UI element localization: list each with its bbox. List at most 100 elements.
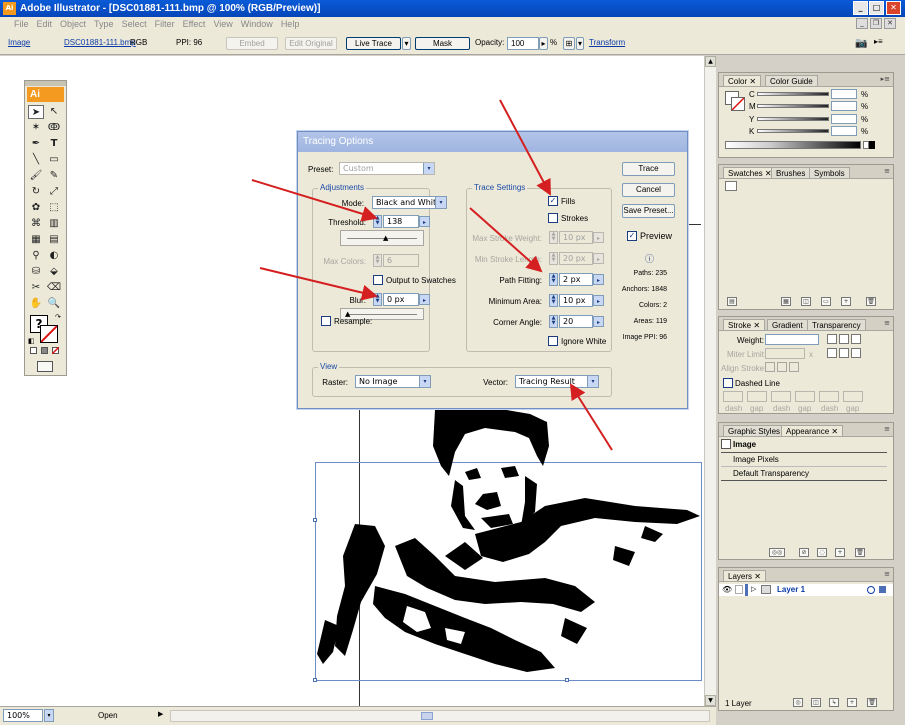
- layer-visibility-icon[interactable]: 👁: [722, 585, 732, 594]
- column-graph-tool-icon[interactable]: ▥: [46, 217, 62, 231]
- appearance-item-image[interactable]: Image: [733, 440, 756, 449]
- lasso-tool-icon[interactable]: ↂ: [46, 121, 62, 135]
- hand-tool-icon[interactable]: ✋: [28, 297, 44, 311]
- cap-square-icon[interactable]: [851, 334, 861, 344]
- color-stroke-icon[interactable]: [731, 97, 745, 111]
- path-fitting-stepper-icon[interactable]: ▲ ▼: [549, 273, 558, 286]
- scroll-up-icon[interactable]: ▲: [705, 56, 716, 67]
- doc-minimize-icon[interactable]: _: [856, 18, 868, 29]
- type-tool-icon[interactable]: T: [46, 137, 62, 151]
- preview-checkbox[interactable]: [627, 231, 637, 241]
- control-bar-menu-icon[interactable]: ▸≡: [874, 37, 883, 46]
- live-trace-options-icon[interactable]: ▾: [402, 37, 411, 50]
- dash-3-input[interactable]: [819, 391, 839, 402]
- free-transform-tool-icon[interactable]: ⬚: [46, 201, 62, 215]
- horizontal-scrollbar[interactable]: [170, 710, 710, 722]
- scale-tool-icon[interactable]: ⤢: [46, 185, 62, 199]
- threshold-slider-toggle-icon[interactable]: ▸: [419, 216, 430, 227]
- illustrator-app-icon[interactable]: Ai: [3, 2, 16, 15]
- menu-help[interactable]: Help: [277, 17, 304, 31]
- gap-1-input[interactable]: [747, 391, 767, 402]
- swap-fill-stroke-icon[interactable]: ↷: [55, 313, 61, 321]
- duplicate-item-icon[interactable]: +: [835, 548, 845, 557]
- show-swatch-kinds-icon[interactable]: ▦: [781, 297, 791, 306]
- doc-restore-icon[interactable]: ❐: [870, 18, 882, 29]
- tools-panel-grip[interactable]: [25, 81, 66, 86]
- edit-original-button[interactable]: Edit Original: [285, 37, 337, 50]
- cap-round-icon[interactable]: [839, 334, 849, 344]
- layer-target-icon[interactable]: [867, 586, 875, 594]
- zoom-level-input[interactable]: 100%: [3, 709, 43, 722]
- eraser-tool-icon[interactable]: ⌫: [46, 281, 62, 295]
- mesh-tool-icon[interactable]: ▦: [28, 233, 44, 247]
- slice-tool-icon[interactable]: ✂: [28, 281, 44, 295]
- ignore-white-checkbox[interactable]: [548, 336, 558, 346]
- color-spectrum-bar[interactable]: [725, 141, 861, 149]
- blur-input[interactable]: 0 px: [383, 293, 419, 306]
- tab-transparency[interactable]: Transparency: [807, 319, 866, 330]
- panel-dock-scrollbar[interactable]: [883, 66, 895, 711]
- trace-button[interactable]: Trace: [622, 162, 675, 176]
- channel-m-input[interactable]: [831, 101, 857, 111]
- vector-dropdown-icon[interactable]: ▾: [587, 376, 598, 387]
- gap-2-input[interactable]: [795, 391, 815, 402]
- reference-dropdown-icon[interactable]: ▾: [576, 37, 584, 50]
- stroke-weight-input[interactable]: [765, 334, 819, 345]
- camera-icon[interactable]: 📷: [855, 38, 867, 49]
- align-center-icon[interactable]: [765, 362, 775, 372]
- gradient-tool-icon[interactable]: ▤: [46, 233, 62, 247]
- minimum-area-stepper-icon[interactable]: ▲ ▼: [549, 294, 558, 307]
- registration-swatch-icon[interactable]: [725, 181, 737, 191]
- cancel-button[interactable]: Cancel: [622, 183, 675, 197]
- tab-color[interactable]: Color ✕: [723, 75, 762, 86]
- none-mode-icon[interactable]: [52, 347, 59, 354]
- strokes-checkbox[interactable]: [548, 213, 558, 223]
- tab-symbols[interactable]: Symbols: [809, 167, 850, 178]
- tab-appearance[interactable]: Appearance ✕: [781, 425, 844, 436]
- paintbrush-tool-icon[interactable]: 🖌: [28, 169, 44, 183]
- live-paint-selection-tool-icon[interactable]: ⬙: [46, 265, 62, 279]
- dash-1-input[interactable]: [723, 391, 743, 402]
- new-art-maintains-appearance-icon[interactable]: ◎◎: [769, 548, 785, 557]
- menu-type[interactable]: Type: [90, 17, 118, 31]
- blur-slider-toggle-icon[interactable]: ▸: [419, 294, 430, 305]
- make-clipping-mask-icon[interactable]: ◫: [811, 698, 821, 707]
- threshold-stepper-icon[interactable]: ▲ ▼: [373, 215, 382, 228]
- cap-butt-icon[interactable]: [827, 334, 837, 344]
- channel-y-slider[interactable]: [757, 117, 829, 121]
- swatch-options-icon[interactable]: ◫: [801, 297, 811, 306]
- embed-button[interactable]: Embed: [226, 37, 278, 50]
- pen-tool-icon[interactable]: ✒: [28, 137, 44, 151]
- resample-checkbox[interactable]: [321, 316, 331, 326]
- raster-dropdown-icon[interactable]: ▾: [419, 376, 430, 387]
- delete-layer-icon[interactable]: 🗑: [867, 698, 877, 707]
- tab-gradient[interactable]: Gradient: [767, 319, 808, 330]
- appearance-item-pixels[interactable]: Image Pixels: [733, 455, 779, 464]
- zoom-tool-icon[interactable]: 🔍: [46, 297, 62, 311]
- vector-select[interactable]: Tracing Result ▾: [515, 375, 599, 388]
- channel-c-slider[interactable]: [757, 92, 829, 96]
- vertical-scrollbar[interactable]: ▲ ▼: [704, 56, 716, 706]
- threshold-slider-thumb[interactable]: ▲: [383, 234, 388, 242]
- status-menu-icon[interactable]: ▶: [158, 710, 163, 718]
- new-sublayer-icon[interactable]: ↳: [829, 698, 839, 707]
- reference-point-icon[interactable]: ⊞: [563, 37, 575, 50]
- threshold-input[interactable]: 138: [383, 215, 419, 228]
- filename-link[interactable]: DSC01881-111.bmp: [64, 38, 136, 47]
- output-swatches-checkbox[interactable]: [373, 275, 383, 285]
- tab-graphic-styles[interactable]: Graphic Styles: [723, 425, 786, 436]
- channel-c-input[interactable]: [831, 89, 857, 99]
- preset-dropdown-icon[interactable]: ▾: [423, 163, 434, 174]
- clear-appearance-icon[interactable]: ⊘: [799, 548, 809, 557]
- bbox-handle[interactable]: [565, 678, 569, 682]
- channel-y-input[interactable]: [831, 114, 857, 124]
- rotate-tool-icon[interactable]: ↻: [28, 185, 44, 199]
- locate-object-icon[interactable]: ◎: [793, 698, 803, 707]
- mode-dropdown-icon[interactable]: ▾: [435, 197, 446, 208]
- live-paint-bucket-tool-icon[interactable]: ⛁: [28, 265, 44, 279]
- direct-selection-tool-icon[interactable]: ↖: [46, 105, 62, 119]
- new-color-group-icon[interactable]: ▭: [821, 297, 831, 306]
- layer-expand-icon[interactable]: ▷: [751, 585, 756, 593]
- channel-k-slider[interactable]: [757, 129, 829, 133]
- menu-edit[interactable]: Edit: [33, 17, 57, 31]
